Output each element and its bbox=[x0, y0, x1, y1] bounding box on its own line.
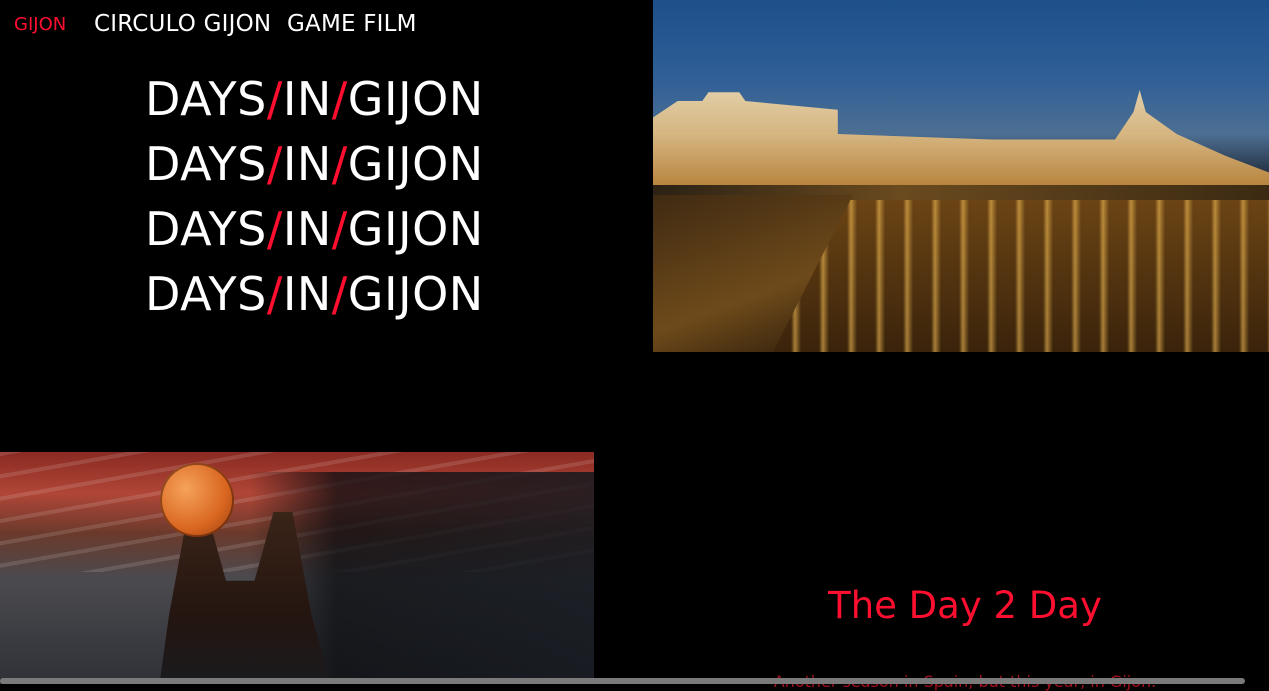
gijon-seafront-photo bbox=[653, 0, 1269, 352]
headline-word-gijon: GIJON bbox=[347, 267, 484, 321]
headline-line: DAYS/IN/GIJON bbox=[145, 267, 505, 332]
headline-slash: / bbox=[266, 137, 283, 191]
basketball-player-photo bbox=[0, 452, 594, 684]
headline-slash: / bbox=[331, 267, 348, 321]
headline-slash: / bbox=[331, 202, 348, 256]
basketball-icon bbox=[160, 463, 234, 537]
headline-word-days: DAYS bbox=[145, 267, 267, 321]
headline-line: DAYS/IN/GIJON bbox=[145, 137, 505, 202]
headline-word-in: IN bbox=[282, 72, 332, 126]
horizontal-scrollbar[interactable] bbox=[0, 678, 1245, 684]
headline-word-in: IN bbox=[282, 202, 332, 256]
nav-link-circulo-gijon[interactable]: CIRCULO GIJON bbox=[94, 11, 271, 37]
headline-slash: / bbox=[266, 72, 283, 126]
headline-word-days: DAYS bbox=[145, 72, 267, 126]
headline-word-in: IN bbox=[282, 267, 332, 321]
headline-word-gijon: GIJON bbox=[347, 72, 484, 126]
headline-word-in: IN bbox=[282, 137, 332, 191]
headline-line: DAYS/IN/GIJON bbox=[145, 202, 505, 267]
headline-word-gijon: GIJON bbox=[347, 202, 484, 256]
headline-slash: / bbox=[331, 72, 348, 126]
headline-line: DAYS/IN/GIJON bbox=[145, 72, 505, 137]
section-title: The Day 2 Day bbox=[828, 584, 1102, 627]
hero-headline: DAYS/IN/GIJON DAYS/IN/GIJON DAYS/IN/GIJO… bbox=[145, 72, 505, 332]
photo-water-reflections bbox=[773, 200, 1269, 352]
nav-brand-gijon[interactable]: GIJON bbox=[14, 14, 66, 35]
photo-buildings bbox=[653, 90, 1269, 200]
headline-slash: / bbox=[331, 137, 348, 191]
headline-word-days: DAYS bbox=[145, 202, 267, 256]
headline-slash: / bbox=[266, 202, 283, 256]
top-nav: GIJON CIRCULO GIJON GAME FILM bbox=[0, 0, 653, 52]
headline-word-gijon: GIJON bbox=[347, 137, 484, 191]
nav-link-game-film[interactable]: GAME FILM bbox=[287, 11, 417, 37]
headline-slash: / bbox=[266, 267, 283, 321]
headline-word-days: DAYS bbox=[145, 137, 267, 191]
